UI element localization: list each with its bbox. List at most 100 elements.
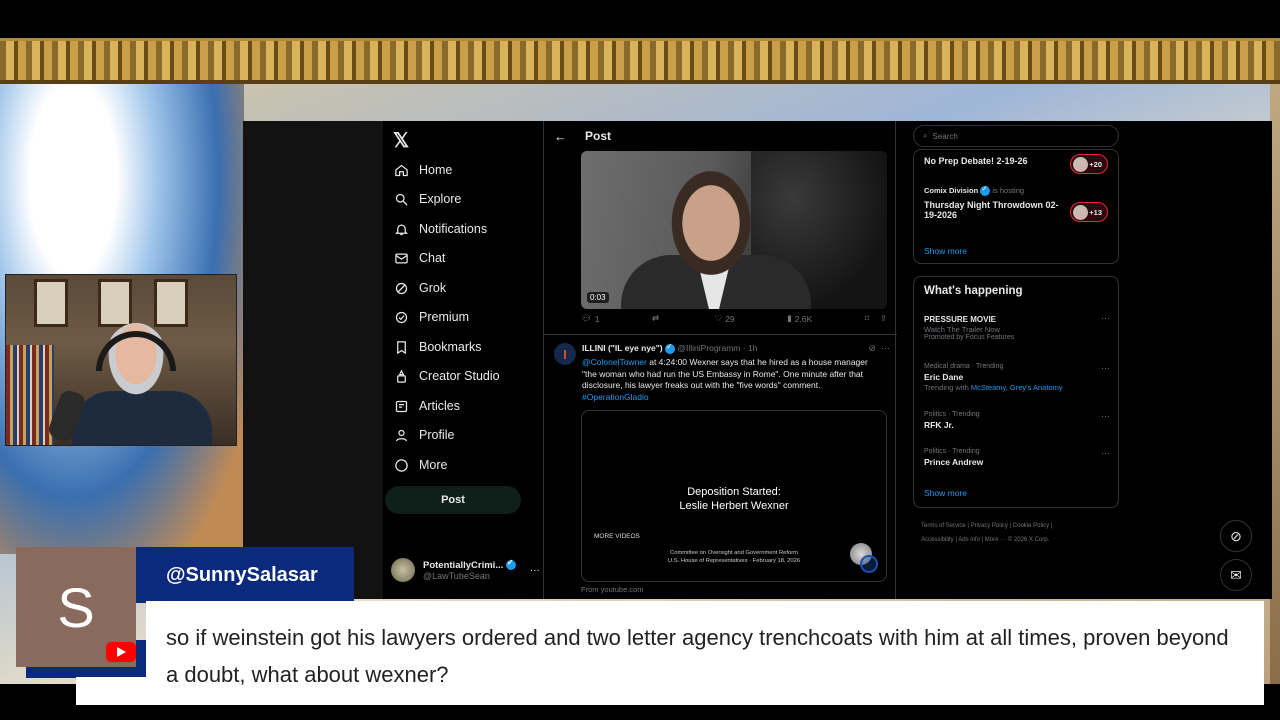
bell-icon	[393, 221, 409, 237]
trend-context: Medical drama · Trending	[924, 363, 1004, 370]
video-head	[661, 157, 761, 277]
committee-line1: Committee on Oversight and Government Re…	[670, 550, 798, 556]
nav-label: Creator Studio	[419, 369, 500, 383]
trend-subtitle: Trending with McSteamy, Grey's Anatomy	[924, 383, 1110, 392]
nav-item-profile[interactable]: Profile	[393, 424, 454, 446]
repost-button[interactable]: ⇄	[652, 313, 662, 324]
nav-item-creator-studio[interactable]: Creator Studio	[393, 365, 500, 387]
trend-with-label: Trending with	[924, 383, 969, 392]
nav-item-chat[interactable]: Chat	[393, 247, 445, 269]
tweet-meta: ILLINI ("IL eye nye") @IlliniProgramm · …	[582, 342, 758, 354]
post-button[interactable]: Post	[385, 486, 521, 514]
tweet-tools: ⊘ ···	[868, 343, 890, 354]
verified-badge-icon	[665, 342, 676, 354]
like-count: 29	[725, 313, 735, 324]
nav-item-notifications[interactable]: Notifications	[393, 218, 487, 240]
more-icon[interactable]: ···	[881, 343, 890, 353]
video-player[interactable]: 0:03	[581, 151, 887, 309]
space-item[interactable]: Comix Division is hosting Thursday Night…	[924, 184, 1108, 238]
nav-label: Chat	[419, 251, 446, 265]
video-title-line1: Deposition Started:	[687, 486, 781, 498]
reply-icon: 💬︎	[581, 313, 592, 323]
space-title: Thursday Night Throwdown 02-19-2026	[924, 200, 1059, 221]
back-arrow-icon[interactable]: ←	[554, 129, 567, 144]
more-videos-label[interactable]: MORE VIDEOS	[594, 533, 640, 540]
space-host-name: Comix Division	[924, 186, 979, 195]
bookmark-share-group: ⌑ ⇪	[865, 313, 887, 324]
trend-promoted: Promoted by Focus Features	[924, 334, 1015, 341]
live-spaces-card: No Prep Debate! 2-19-26 +20 Comix Divisi…	[913, 149, 1119, 264]
nav-item-premium[interactable]: Premium	[393, 306, 469, 328]
space-host: Comix Division is hosting	[924, 184, 1108, 197]
more-icon[interactable]: ···	[1101, 411, 1110, 421]
chat-message: so if weinstein got his lawyers ordered …	[146, 601, 1264, 705]
account-handle: @LawTubeSean	[423, 570, 490, 581]
nav-item-more[interactable]: More	[393, 454, 447, 476]
video-title: Deposition Started: Leslie Herbert Wexne…	[582, 485, 886, 513]
space-item[interactable]: No Prep Debate! 2-19-26 +20	[924, 154, 1108, 186]
more-icon[interactable]: ···	[1101, 363, 1110, 373]
footer-line[interactable]: Terms of Service | Privacy Policy | Cook…	[921, 519, 1111, 533]
views-button[interactable]: ▮ 2.6K	[787, 313, 812, 324]
share-icon[interactable]: ⇪	[880, 313, 887, 324]
trend-item[interactable]: PRESSURE MOVIE Watch The Trailer Now Pro…	[924, 313, 1110, 341]
nav-label: Premium	[419, 310, 470, 324]
account-more-icon[interactable]: ···	[530, 565, 540, 576]
home-icon	[393, 162, 409, 178]
articles-icon	[393, 398, 409, 414]
avatar	[391, 558, 415, 582]
avatar[interactable]: I	[554, 343, 576, 365]
left-gutter	[243, 121, 383, 599]
embedded-youtube-video[interactable]: Deposition Started: Leslie Herbert Wexne…	[581, 410, 887, 582]
more-icon[interactable]: ···	[1101, 313, 1110, 323]
more-icon[interactable]: ···	[1101, 448, 1110, 458]
tweet-author-name[interactable]: ILLINI ("IL eye nye")	[582, 343, 663, 353]
spaces-show-more-link[interactable]: Show more	[924, 246, 1108, 256]
nav-item-articles[interactable]: Articles	[393, 395, 460, 417]
webcam-feed	[5, 274, 237, 446]
more-circle-icon	[393, 457, 409, 473]
nav-item-grok[interactable]: Grok	[393, 277, 446, 299]
trend-item[interactable]: Politics · Trending RFK Jr. ···	[924, 411, 1110, 430]
reply-button[interactable]: 💬︎ 1	[581, 313, 600, 324]
wall-frame	[34, 279, 68, 327]
nav-item-explore[interactable]: Explore	[393, 188, 461, 210]
account-switcher[interactable]: PotentiallyCrimi... @LawTubeSean ···	[391, 558, 540, 582]
youtube-icon	[106, 642, 136, 662]
play-badge-icon[interactable]	[860, 555, 878, 573]
like-button[interactable]: ♡ 29	[715, 313, 735, 324]
verified-badge-icon	[980, 184, 991, 197]
search-icon: ⌕	[923, 131, 928, 140]
space-listener-count: +13	[1070, 202, 1108, 222]
bookshelf	[6, 345, 54, 445]
footer-line[interactable]: Accessibility | Ads info | More ··· © 20…	[921, 533, 1111, 547]
nav-label: Home	[419, 163, 453, 177]
mention-link[interactable]: @ColonelTowner	[582, 357, 647, 367]
video-title-line2: Leslie Herbert Wexner	[679, 500, 789, 512]
nav-item-home[interactable]: Home	[393, 159, 452, 181]
x-logo-icon[interactable]: 𝕏	[393, 128, 409, 153]
x-sidebar-nav: 𝕏 Home Explore Notifications Chat Grok P…	[383, 121, 543, 599]
bookmark-icon[interactable]: ⌑	[865, 313, 869, 324]
nav-label: Explore	[419, 192, 462, 206]
trend-related-links[interactable]: McSteamy, Grey's Anatomy	[971, 383, 1063, 392]
views-icon: ▮	[787, 313, 792, 323]
grok-icon[interactable]: ⊘	[868, 343, 876, 353]
trend-item[interactable]: Medical drama · Trending Eric Dane Trend…	[924, 363, 1110, 392]
hashtag-link[interactable]: #OperationGladio	[582, 392, 649, 402]
grok-float-button[interactable]: ⊘	[1220, 520, 1252, 552]
trend-item[interactable]: Politics · Trending Prince Andrew ···	[924, 448, 1110, 467]
trend-name: Prince Andrew	[924, 457, 984, 467]
grok-icon: ⊘	[1230, 527, 1242, 544]
wall-frame	[154, 279, 188, 327]
tweet-time: · 1h	[742, 343, 758, 353]
video-duration: 0:03	[587, 292, 609, 303]
happening-show-more-link[interactable]: Show more	[924, 488, 967, 498]
chat-message-tab	[76, 677, 146, 705]
search-input[interactable]: ⌕ Search	[913, 125, 1119, 147]
nav-label: Notifications	[419, 222, 488, 236]
nav-item-bookmarks[interactable]: Bookmarks	[393, 336, 482, 358]
messages-float-button[interactable]: ✉	[1220, 559, 1252, 591]
x-browser-screen: 𝕏 Home Explore Notifications Chat Grok P…	[243, 121, 1272, 599]
account-name-row: PotentiallyCrimi...	[423, 558, 516, 571]
